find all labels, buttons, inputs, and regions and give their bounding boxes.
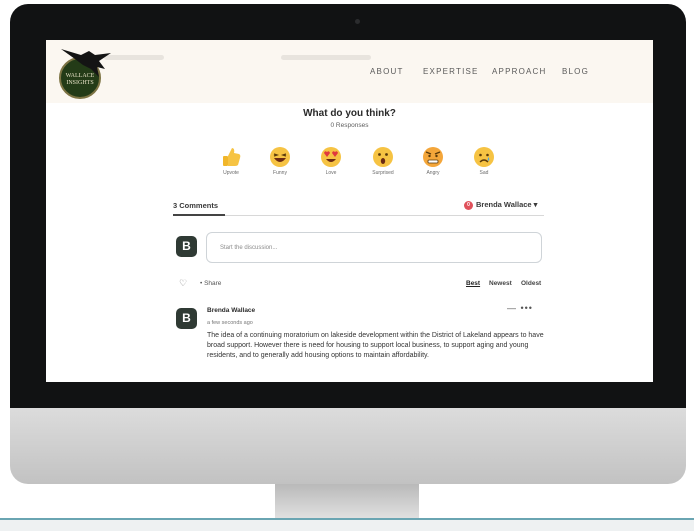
reaction-love[interactable]: Love [311, 146, 351, 176]
angry-face-icon [423, 147, 443, 167]
screen: WALLACE INSIGHTS ABOUT EXPERTISE APPROAC… [46, 40, 653, 382]
thumbs-up-icon [223, 148, 241, 166]
responses-count: 0 Responses [330, 122, 369, 129]
nav-blog[interactable]: BLOG [562, 67, 589, 76]
reaction-label: Surprised [372, 170, 394, 176]
faded-text [104, 55, 164, 60]
active-tab-indicator [173, 214, 225, 216]
reactions-title: What do you think? [303, 108, 396, 119]
reaction-surprised[interactable]: Surprised [363, 146, 403, 176]
reaction-funny[interactable]: Funny [260, 146, 300, 176]
comment-menu[interactable]: — ••• [507, 303, 533, 313]
reaction-sad[interactable]: Sad [464, 146, 504, 176]
nav-expertise[interactable]: EXPERTISE [423, 67, 479, 76]
comment-author[interactable]: Brenda Wallace [207, 307, 255, 314]
webcam-icon [355, 19, 360, 24]
monitor-base-line [0, 518, 694, 531]
sort-oldest[interactable]: Oldest [521, 280, 541, 287]
user-menu[interactable]: 0 Brenda Wallace ▾ [464, 200, 537, 210]
reaction-upvote[interactable]: Upvote [211, 146, 251, 176]
comment-body: The idea of a continuing moratorium on l… [207, 332, 544, 359]
comment-avatar: B [176, 308, 197, 329]
heart-eyes-face-icon [321, 147, 341, 167]
avatar: B [176, 236, 197, 257]
notification-badge: 0 [464, 200, 473, 210]
site-header: WALLACE INSIGHTS ABOUT EXPERTISE APPROAC… [46, 40, 653, 103]
reaction-label: Upvote [223, 170, 239, 176]
monitor-chin [10, 408, 686, 484]
reaction-label: Sad [479, 170, 489, 176]
monitor-stand [275, 484, 419, 520]
reaction-label: Angry [426, 170, 440, 176]
reaction-label: Love [325, 170, 337, 176]
heart-outline-icon[interactable]: ♡ [179, 278, 187, 289]
raven-icon [61, 49, 111, 77]
reaction-label: Funny [273, 170, 287, 176]
user-menu-name: Brenda Wallace ▾ [476, 200, 538, 209]
faded-text [281, 55, 371, 60]
comment-time[interactable]: a few seconds ago [207, 320, 253, 326]
sad-face-icon [474, 147, 494, 167]
sort-newest[interactable]: Newest [489, 280, 512, 287]
comments-count-tab[interactable]: 3 Comments [173, 201, 218, 210]
sort-best[interactable]: Best [466, 280, 480, 287]
share-button[interactable]: • Share [200, 280, 221, 287]
surprised-face-icon [373, 147, 393, 167]
nav-about[interactable]: ABOUT [370, 67, 404, 76]
reaction-angry[interactable]: Angry [413, 146, 453, 176]
laughing-face-icon [270, 147, 290, 167]
divider [173, 215, 544, 216]
discussion-input[interactable]: Start the discussion... [206, 232, 542, 263]
nav-approach[interactable]: APPROACH [492, 67, 547, 76]
